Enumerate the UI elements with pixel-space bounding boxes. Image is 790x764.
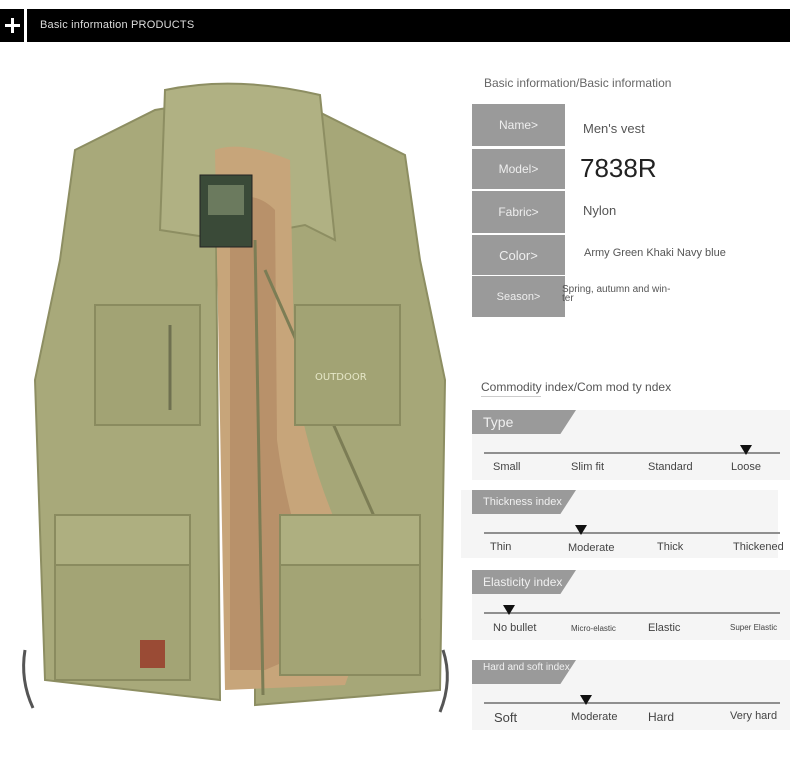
hardness-option-soft: Soft (494, 710, 518, 725)
hardness-option-moderate: Moderate (571, 711, 618, 723)
thickness-option-moderate: Moderate (568, 542, 615, 554)
header-title: Basic information PRODUCTS (40, 19, 195, 31)
hardness-scale-line (484, 702, 780, 704)
vest-illustration: OUTDOOR (22, 82, 449, 713)
name-label: Name> (472, 104, 565, 146)
hardness-index-panel: Hard and soft index Soft Moderate Hard V… (472, 660, 790, 730)
elasticity-index-panel: Elasticity index No bullet Micro-elastic… (472, 570, 790, 640)
type-option-loose: Loose (731, 461, 761, 473)
season-value: Spring, autumn and win- ter (562, 284, 671, 304)
type-index-tag: Type (472, 410, 576, 434)
color-label: Color> (472, 235, 565, 275)
header-bar: Basic information PRODUCTS (0, 9, 790, 42)
thickness-option-thickened: Thickened (733, 541, 784, 553)
type-marker-icon (740, 445, 752, 455)
basic-info-title: Basic information/Basic information (484, 76, 672, 90)
hardness-option-very-hard: Very hard (730, 710, 778, 722)
thickness-scale-line (484, 532, 780, 534)
thickness-option-thick: Thick (657, 541, 684, 553)
product-image: OUTDOOR (15, 80, 455, 720)
elasticity-option-no-bullet: No bullet (493, 622, 537, 634)
thickness-marker-icon (575, 525, 587, 535)
name-value: Men's vest (583, 121, 645, 136)
fabric-label: Fabric> (472, 191, 565, 233)
svg-text:OUTDOOR: OUTDOOR (315, 372, 367, 383)
plus-icon (0, 9, 27, 42)
hardness-marker-icon (580, 695, 592, 705)
elasticity-option-super-elastic: Super Elastic (730, 623, 778, 632)
thickness-option-thin: Thin (490, 541, 512, 553)
thickness-index-tag: Thickness index (472, 490, 576, 514)
elasticity-option-elastic: Elastic (648, 622, 681, 634)
model-label: Model> (472, 149, 565, 189)
fabric-value: Nylon (583, 203, 617, 218)
type-option-small: Small (493, 461, 521, 473)
type-option-slim-fit: Slim fit (571, 461, 604, 473)
type-option-standard: Standard (648, 461, 693, 473)
elasticity-marker-icon (503, 605, 515, 615)
commodity-index-divider (481, 396, 541, 397)
hardness-index-tag: Hard and soft index (472, 660, 576, 684)
thickness-index-panel: Thickness index Thin Moderate Thick Thic… (461, 490, 784, 558)
season-label: Season> (472, 276, 565, 317)
type-scale-line (484, 452, 780, 454)
elasticity-scale-line (484, 612, 780, 614)
model-value: 7838R (580, 153, 657, 183)
type-index-panel: Type Small Slim fit Standard Loose (472, 410, 790, 480)
hardness-option-hard: Hard (648, 710, 675, 724)
commodity-index-title: Commodity index/Com mod ty ndex (481, 380, 672, 394)
color-value: Army Green Khaki Navy blue (584, 247, 726, 259)
elasticity-option-micro-elastic: Micro-elastic (571, 624, 616, 633)
elasticity-index-tag: Elasticity index (472, 570, 576, 594)
